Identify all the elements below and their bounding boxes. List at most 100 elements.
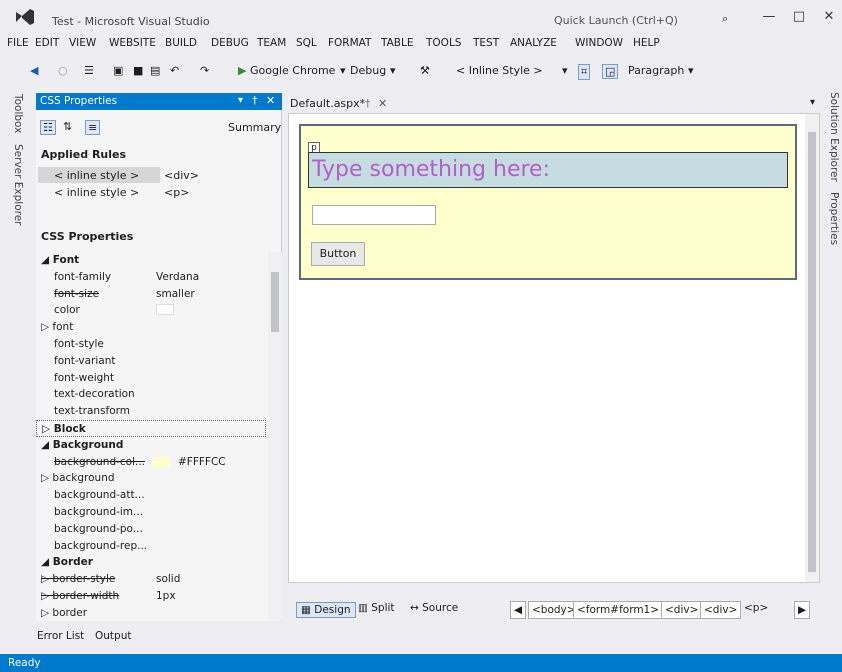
property-row[interactable]: ▷ border-width 1px [36,588,266,605]
alphabetical-view-icon[interactable]: ⇅ [63,120,72,133]
categorized-view-icon[interactable]: ☷ [40,120,56,135]
summary-button[interactable]: Summary [228,121,281,134]
vertical-scrollbar-thumb[interactable] [808,132,816,572]
applied-rule-name[interactable]: < inline style > [54,169,139,182]
property-row[interactable]: background-po... [36,521,266,538]
property-row[interactable]: ◢ Font [36,252,266,269]
open-file-icon[interactable]: ▣ [113,64,123,77]
menu-edit[interactable]: EDIT [35,37,59,49]
property-row[interactable]: background-col... #FFFFCC [36,454,266,471]
breadcrumb-div[interactable]: <div> [661,601,703,619]
property-row[interactable]: font-style [36,336,266,353]
property-row[interactable]: background-rep... [36,538,266,555]
property-value[interactable]: solid [156,573,180,585]
property-row[interactable]: ▷ Block [36,420,266,437]
new-project-icon[interactable]: ☰ [84,64,94,77]
block-format-dropdown[interactable]: Paragraph [628,64,684,77]
paragraph-text[interactable]: Type something here: [312,157,550,182]
vertical-scrollbar[interactable] [805,114,819,582]
undo-icon[interactable]: ↶ [170,64,179,77]
save-icon[interactable]: ■ [133,64,143,77]
property-row[interactable]: text-decoration [36,386,266,403]
menu-analyze[interactable]: ANALYZE [510,37,557,49]
property-row[interactable]: ◢ Border [36,554,266,571]
config-dropdown-chevron-icon[interactable]: ▾ [390,64,396,77]
property-row[interactable]: background-att... [36,487,266,504]
property-row[interactable]: ▷ background [36,470,266,487]
menu-view[interactable]: VIEW [69,37,96,49]
browser-dropdown-chevron-icon[interactable]: ▾ [340,64,346,77]
property-row[interactable]: ◢ Background [36,437,266,454]
menu-website[interactable]: WEBSITE [109,37,156,49]
attach-icon[interactable]: ⚒ [420,64,430,77]
property-row[interactable]: ▷ border-style solid [36,571,266,588]
browser-dropdown[interactable]: Google Chrome [250,64,335,77]
property-row[interactable]: color [36,302,266,319]
error-list-tab[interactable]: Error List [37,630,84,642]
design-div[interactable] [299,124,797,280]
menu-team[interactable]: TEAM [257,37,286,49]
style-dropdown[interactable]: < Inline Style > [456,64,543,77]
scrollbar-thumb[interactable] [271,272,279,332]
source-view-button[interactable]: ↔ Source [410,602,458,614]
visual-aids-icon[interactable]: ◲ [602,64,619,79]
close-panel-icon[interactable]: ✕ [266,94,275,107]
pin-tab-icon[interactable]: † [365,97,371,110]
menu-window[interactable]: WINDOW [575,37,623,49]
menu-sql[interactable]: SQL [296,37,317,49]
panel-menu-chevron-icon[interactable]: ▾ [238,95,243,106]
minimize-button[interactable]: — [758,9,780,27]
search-icon[interactable]: ⌕ [722,12,728,26]
menu-file[interactable]: FILE [7,37,29,49]
breadcrumb-body[interactable]: <body> [528,601,580,619]
solution-explorer-tab[interactable]: Solution Explorer [828,92,840,182]
pin-icon[interactable]: † [252,94,258,107]
property-value[interactable]: Verdana [156,271,199,283]
close-tab-icon[interactable]: ✕ [378,97,387,110]
design-textbox[interactable] [312,205,436,225]
block-format-chevron-icon[interactable]: ▾ [688,64,694,77]
start-icon[interactable]: ▶ [238,64,246,77]
property-row[interactable]: font-weight [36,370,266,387]
property-scrollbar[interactable] [268,252,282,620]
breadcrumb-p[interactable]: <p> [744,602,768,614]
save-all-icon[interactable]: ▤ [150,64,160,77]
breadcrumb-back-icon[interactable]: ◀ [510,601,527,619]
show-set-properties-icon[interactable]: ≡ [85,120,101,135]
menu-tools[interactable]: TOOLS [426,37,461,49]
property-row[interactable]: text-transform [36,403,266,420]
back-icon[interactable]: ◀ [30,64,38,77]
redo-icon[interactable]: ↷ [200,64,209,77]
property-row[interactable]: ▷ border [36,605,266,622]
tab-list-chevron-icon[interactable]: ▾ [810,97,815,108]
property-row[interactable]: font-family Verdana [36,269,266,286]
menu-build[interactable]: BUILD [165,37,197,49]
property-value[interactable]: #FFFFCC [152,456,226,468]
property-row[interactable]: font-size smaller [36,286,266,303]
toolbox-tab[interactable]: Toolbox [12,94,24,133]
menu-format[interactable]: FORMAT [328,37,371,49]
menu-test[interactable]: TEST [473,37,499,49]
property-row[interactable]: font-variant [36,353,266,370]
breadcrumb-forward-icon[interactable]: ▶ [794,601,811,619]
breadcrumb-div-inner[interactable]: <div> [700,601,742,619]
split-view-button[interactable]: ▥ Split [358,602,395,614]
close-button[interactable]: ✕ [818,9,840,27]
properties-tab[interactable]: Properties [828,192,840,245]
property-value[interactable]: smaller [156,288,195,300]
output-tab[interactable]: Output [95,630,131,642]
forward-icon[interactable]: ○ [58,64,68,77]
menu-debug[interactable]: DEBUG [211,37,249,49]
maximize-button[interactable]: □ [788,9,810,27]
server-explorer-tab[interactable]: Server Explorer [12,144,24,226]
tab-default-aspx[interactable]: Default.aspx* [290,97,365,110]
applied-rule-name[interactable]: < inline style > [54,186,139,199]
property-row[interactable]: background-im... [36,504,266,521]
design-button[interactable]: Button [311,242,365,266]
breadcrumb-form[interactable]: <form#form1> [573,601,664,619]
style-dropdown-chevron-icon[interactable]: ▾ [562,64,568,77]
design-view-button[interactable]: ▦ Design [296,602,356,618]
quick-launch-input[interactable]: Quick Launch (Ctrl+Q) [548,10,748,30]
show-tag-icon[interactable]: ⌗ [578,64,591,80]
menu-help[interactable]: HELP [633,37,660,49]
